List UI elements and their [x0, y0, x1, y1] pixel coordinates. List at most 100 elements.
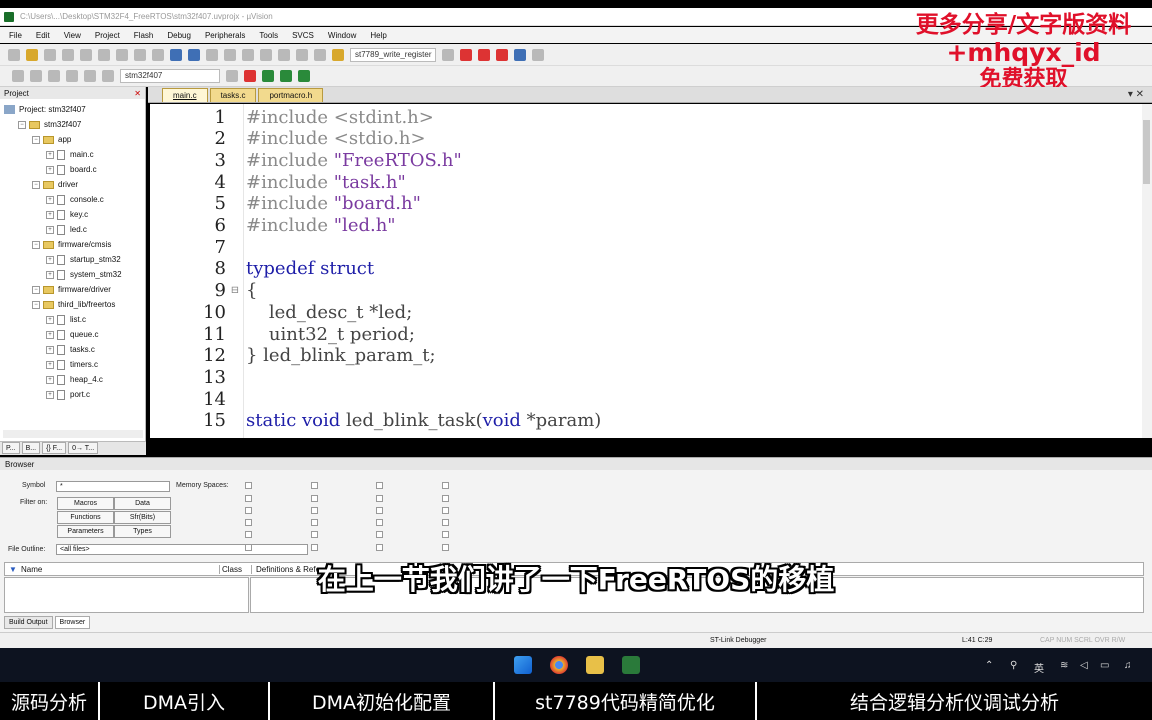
memory-space-checkbox[interactable] — [245, 519, 252, 526]
editor-tab[interactable]: tasks.c — [209, 88, 257, 102]
chapter-segment[interactable]: DMA引入 — [100, 682, 270, 720]
expand-toggle-icon[interactable]: + — [46, 270, 54, 279]
tree-item[interactable]: Project: stm32f407 — [0, 102, 145, 117]
chrome-icon[interactable] — [550, 656, 568, 674]
nav-forward-icon[interactable] — [188, 48, 200, 61]
tree-item[interactable]: − driver — [0, 177, 145, 192]
indent-icon[interactable] — [260, 48, 272, 61]
bookmark-icon[interactable] — [206, 48, 218, 61]
tab-browser[interactable]: Browser — [54, 616, 91, 629]
copy-icon[interactable] — [98, 48, 110, 61]
editor-tab[interactable]: main.c — [162, 88, 208, 102]
expand-toggle-icon[interactable]: + — [46, 255, 54, 264]
memory-space-checkbox[interactable] — [311, 495, 318, 502]
memory-space-checkbox[interactable] — [311, 507, 318, 514]
memory-space-checkbox[interactable] — [376, 482, 383, 489]
memory-space-checkbox[interactable] — [442, 495, 449, 502]
code-line[interactable]: 14 — [150, 388, 246, 410]
code-text[interactable]: #include "led.h" — [240, 215, 396, 236]
memory-space-checkbox[interactable] — [376, 531, 383, 538]
memory-space-checkbox[interactable] — [376, 519, 383, 526]
configure-icon[interactable] — [532, 48, 545, 61]
close-icon[interactable]: ✕ — [134, 89, 141, 98]
target-select[interactable]: stm32f407 — [120, 69, 220, 83]
project-tab[interactable]: P... — [2, 442, 20, 454]
tree-item[interactable]: + system_stm32 — [0, 267, 145, 282]
menu-tools[interactable]: Tools — [259, 31, 278, 40]
code-text[interactable]: uint32_t period; — [240, 324, 415, 345]
expand-toggle-icon[interactable]: + — [46, 150, 54, 159]
notification-bell-icon[interactable]: ♫ — [1124, 660, 1132, 671]
expand-toggle-icon[interactable]: + — [46, 345, 54, 354]
cut-icon[interactable] — [80, 48, 92, 61]
menu-edit[interactable]: Edit — [36, 31, 50, 40]
expand-toggle-icon[interactable]: + — [46, 195, 54, 204]
code-line[interactable]: 13 — [150, 366, 246, 388]
code-line[interactable]: 8 typedef struct — [150, 258, 375, 280]
manage-project-icon[interactable] — [244, 70, 256, 82]
redo-icon[interactable] — [152, 48, 164, 61]
project-tab[interactable]: B... — [21, 442, 41, 454]
expand-toggle-icon[interactable]: + — [46, 375, 54, 384]
code-text[interactable]: typedef struct — [240, 258, 374, 279]
tree-item[interactable]: + console.c — [0, 192, 145, 207]
memory-space-checkbox[interactable] — [376, 507, 383, 514]
tab-build-output[interactable]: Build Output — [4, 616, 53, 629]
file-explorer-icon[interactable] — [586, 656, 604, 674]
input-language[interactable]: 英 — [1034, 660, 1044, 675]
menu-help[interactable]: Help — [370, 31, 386, 40]
filter-macros-button[interactable]: Macros — [57, 497, 114, 510]
open-file-icon[interactable] — [26, 48, 38, 61]
expand-toggle-icon[interactable]: − — [32, 135, 40, 144]
tree-item[interactable]: + port.c — [0, 387, 145, 402]
expand-toggle-icon[interactable]: − — [32, 300, 40, 309]
target-options-icon[interactable] — [226, 70, 238, 82]
tree-item[interactable]: − app — [0, 132, 145, 147]
editor-close-icon[interactable]: ▾ ✕ — [1128, 89, 1144, 100]
tree-item[interactable]: + main.c — [0, 147, 145, 162]
tree-item[interactable]: − stm32f407 — [0, 117, 145, 132]
translate-icon[interactable] — [12, 70, 24, 82]
code-editor[interactable]: 1 #include <stdint.h> 2 #include <stdio.h> 3… — [150, 104, 1142, 438]
undo-icon[interactable] — [134, 48, 146, 61]
expand-toggle-icon[interactable]: + — [46, 225, 54, 234]
batch-build-icon[interactable] — [66, 70, 78, 82]
filter-functions-button[interactable]: Functions — [57, 511, 114, 524]
bookmark-next-icon[interactable] — [242, 48, 254, 61]
save-icon[interactable] — [44, 48, 56, 61]
expand-toggle-icon[interactable]: − — [32, 285, 40, 294]
memory-space-checkbox[interactable] — [245, 544, 252, 551]
bookmark-prev-icon[interactable] — [224, 48, 236, 61]
code-line[interactable]: 9 ⊟{ — [150, 280, 258, 302]
memory-space-checkbox[interactable] — [245, 507, 252, 514]
menu-view[interactable]: View — [64, 31, 81, 40]
expand-toggle-icon[interactable]: + — [46, 165, 54, 174]
new-file-icon[interactable] — [8, 48, 20, 61]
tree-item[interactable]: − third_lib/freertos — [0, 297, 145, 312]
memory-space-checkbox[interactable] — [376, 495, 383, 502]
stop-build-icon[interactable] — [84, 70, 96, 82]
tree-item[interactable]: + led.c — [0, 222, 145, 237]
memory-space-checkbox[interactable] — [442, 519, 449, 526]
code-text[interactable]: #include <stdint.h> — [240, 107, 434, 128]
tree-item[interactable]: − firmware/cmsis — [0, 237, 145, 252]
download-icon[interactable] — [102, 70, 114, 82]
memory-space-checkbox[interactable] — [442, 507, 449, 514]
memory-space-checkbox[interactable] — [376, 544, 383, 551]
memory-space-checkbox[interactable] — [245, 482, 252, 489]
code-text[interactable]: led_desc_t *led; — [240, 302, 412, 323]
tray-chevron-icon[interactable]: ⌃ — [985, 660, 993, 671]
tree-item[interactable]: + key.c — [0, 207, 145, 222]
volume-icon[interactable]: ◁ — [1080, 660, 1088, 671]
nav-back-icon[interactable] — [170, 48, 182, 61]
code-text[interactable]: static void led_blink_task(void *param) — [240, 410, 601, 431]
file-outline-select[interactable]: <all files> — [56, 544, 308, 555]
window-layout-icon[interactable] — [514, 48, 527, 61]
memory-space-checkbox[interactable] — [311, 519, 318, 526]
menu-peripherals[interactable]: Peripherals — [205, 31, 245, 40]
expand-toggle-icon[interactable]: + — [46, 390, 54, 399]
code-text[interactable]: #include <stdio.h> — [240, 128, 426, 149]
code-line[interactable]: 3 #include "FreeRTOS.h" — [150, 149, 462, 171]
symbol-input[interactable]: * — [56, 481, 170, 492]
code-text[interactable]: { — [240, 280, 257, 301]
